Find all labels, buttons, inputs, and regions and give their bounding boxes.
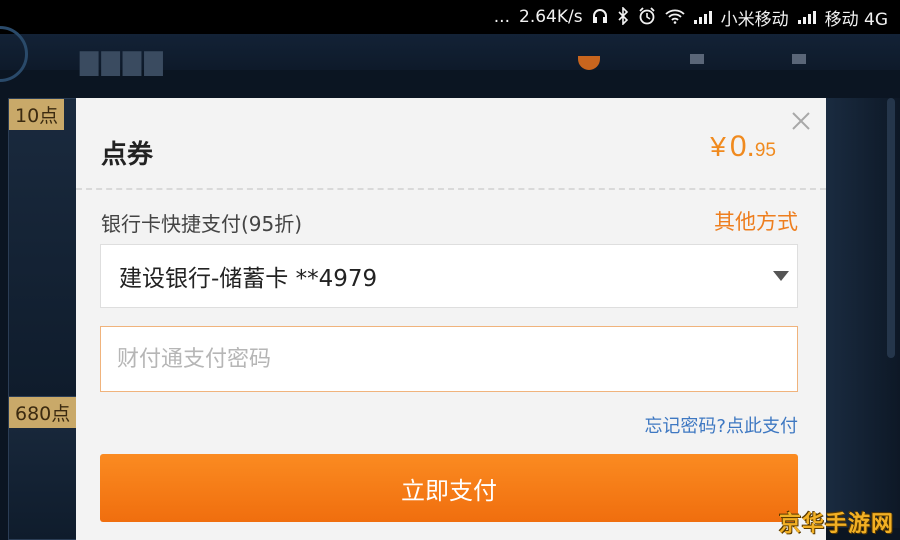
payment-dialog: 点券 ¥ 0. 95 银行卡快捷支付(95折) 其他方式 建设银行-储蓄卡 **… [76, 98, 826, 540]
background-title: ▇▇▇▇ [80, 48, 166, 76]
alarm-icon [638, 6, 656, 28]
dialog-title: 点券 [101, 140, 154, 170]
signal-icon [693, 10, 712, 24]
forgot-password-link[interactable]: 忘记密码?点此支付 [644, 412, 798, 438]
bg-tile-label: 10点 [9, 99, 65, 130]
coin-icon [578, 56, 600, 70]
carrier-1: 小米移动 [720, 9, 789, 30]
watermark: 京华手游网 [778, 512, 894, 537]
price-decimal: 95 [754, 140, 776, 161]
menu-icon [792, 54, 806, 64]
price: ¥ 0. 95 [710, 130, 776, 164]
bluetooth-icon [617, 5, 629, 28]
close-icon[interactable] [790, 110, 812, 132]
other-methods-link[interactable]: 其他方式 [714, 206, 798, 236]
scrollbar[interactable] [887, 98, 895, 358]
status-bar: ... 2.64K/s 小米移动 移动 4G [0, 0, 900, 34]
headphones-icon [592, 8, 608, 27]
dropdown-icon [690, 54, 704, 64]
carrier-2: 移动 4G [824, 9, 888, 30]
payment-method-label: 银行卡快捷支付(95折) [101, 212, 303, 236]
network-type: 4G [864, 9, 888, 30]
net-speed: 2.64K/s [519, 7, 583, 27]
avatar-ring-icon [0, 26, 28, 82]
bank-card-select[interactable]: 建设银行-储蓄卡 **4979 [100, 244, 798, 308]
status-dots: ... [493, 7, 510, 27]
payment-password-input[interactable] [100, 326, 798, 392]
bg-tile-label: 680点 [9, 397, 77, 428]
signal-icon [797, 10, 816, 24]
background-header: ▇▇▇▇ [0, 26, 900, 82]
price-currency: ¥ [710, 131, 726, 162]
dialog-header: 点券 ¥ 0. 95 [76, 98, 826, 190]
price-integer: 0. [729, 130, 755, 163]
wifi-icon [664, 8, 685, 27]
pay-now-button[interactable]: 立即支付 [100, 454, 798, 522]
chevron-down-icon [773, 271, 789, 281]
selected-card: 建设银行-储蓄卡 **4979 [119, 266, 378, 292]
